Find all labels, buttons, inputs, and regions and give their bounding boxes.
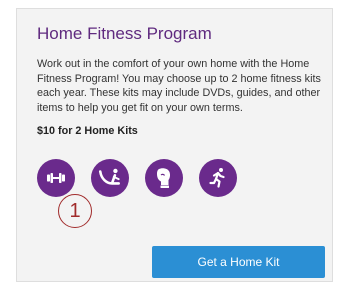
home-fitness-card: Home Fitness Program Work out in the com… xyxy=(16,8,333,282)
annotation-number-1: 1 xyxy=(58,194,92,228)
card-description: Work out in the comfort of your own home… xyxy=(37,58,321,114)
yoga-pose-icon xyxy=(91,159,129,197)
card-title: Home Fitness Program xyxy=(37,24,212,43)
dumbbell-icon xyxy=(37,159,75,197)
boxing-glove-icon xyxy=(145,159,183,197)
running-person-icon xyxy=(199,159,237,197)
get-home-kit-button[interactable]: Get a Home Kit xyxy=(152,246,325,278)
price-text: $10 for 2 Home Kits xyxy=(37,125,138,137)
